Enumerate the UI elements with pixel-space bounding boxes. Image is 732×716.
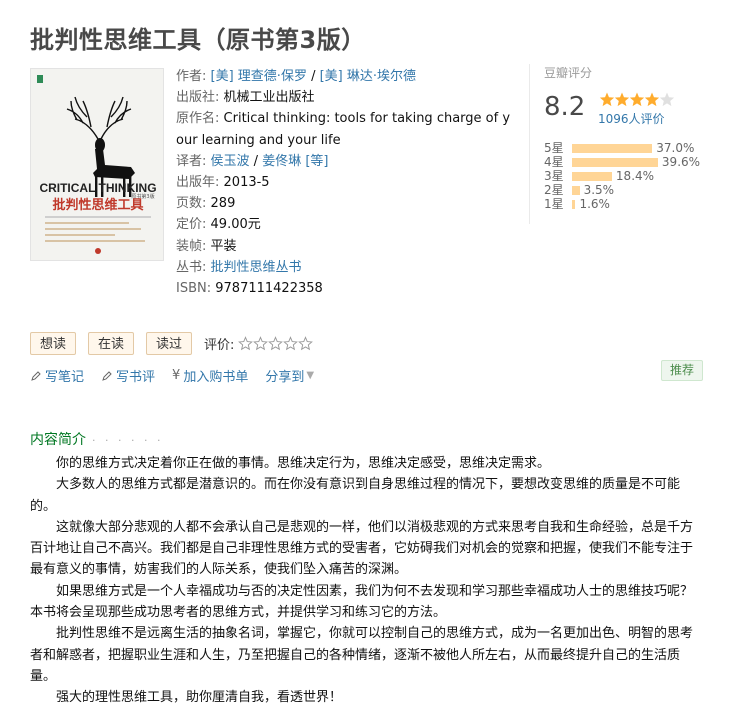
add-to-cart-link[interactable]: ¥ 加入购书单 xyxy=(172,366,248,385)
empty-star-icon[interactable] xyxy=(238,336,254,351)
cover-title-en: CRITICAL THINKING xyxy=(39,181,156,195)
rating-star-label: 4星 xyxy=(544,155,564,169)
rating-star-label: 1星 xyxy=(544,197,564,211)
rate-label: 评价: xyxy=(204,338,235,353)
info-authors: 作者: [美] 理查德·保罗 / [美] 琳达·埃尔德 xyxy=(176,69,417,84)
empty-star-icon[interactable] xyxy=(298,336,314,351)
rating-percent: 37.0% xyxy=(656,141,695,155)
pencil-icon xyxy=(102,370,112,381)
intro-paragraph: 批判性思维不是远离生活的抽象名词，掌握它，你就可以控制自己的思维方式，成为一名更… xyxy=(30,626,694,684)
rating-percent: 1.6% xyxy=(579,197,610,211)
empty-star-icon[interactable] xyxy=(283,336,299,351)
intro-paragraph: 这就像大部分悲观的人都不会承认自己是悲观的一样，他们以消极悲观的方式来思考自我和… xyxy=(30,519,694,578)
star-icon xyxy=(629,92,645,107)
intro-paragraph: 你的思维方式决定着你正在做的事情。思维决定行为，思维决定感受，思维决定需求。 xyxy=(56,456,551,471)
info-original-title: 原作名: Critical thinking: tools for taking… xyxy=(176,111,511,148)
pencil-icon xyxy=(31,370,41,381)
page-title: 批判性思维工具（原书第3版） xyxy=(30,26,366,54)
publisher-mark-icon xyxy=(95,248,101,254)
author-link-2[interactable]: [美] 琳达·埃尔德 xyxy=(320,69,416,84)
rating-star-label: 2星 xyxy=(544,183,564,197)
share-dropdown[interactable]: 分享到 ▼ xyxy=(265,366,314,385)
rating-percent: 39.6% xyxy=(661,155,701,169)
intro-paragraph: 大多数人的思维方式都是潜意识的。而在你没有意识到自身思维过程的情况下，要想改变思… xyxy=(30,477,681,514)
rating-bar xyxy=(572,200,576,209)
publisher-logo xyxy=(37,75,43,83)
user-rating-stars[interactable] xyxy=(238,336,314,351)
star-icon xyxy=(644,92,660,107)
recommend-button[interactable]: 推荐 xyxy=(661,360,704,381)
star-icon xyxy=(659,92,675,107)
rating-distribution-row: 1星 1.6% xyxy=(544,197,714,211)
rating-bar xyxy=(572,144,653,153)
book-cover-image: CRITICAL THINKING 批判性思维工具 原书第3版 xyxy=(31,69,163,260)
cover-title-cn: 批判性思维工具 xyxy=(52,197,143,213)
rating-panel: 豆瓣评分 8.2 1096人评价 5星 37.0% 4星 39.6% 3星 18.4% 2星… xyxy=(529,64,709,224)
rating-bar xyxy=(572,172,612,181)
info-binding: 装帧: 平装 xyxy=(176,238,237,254)
rating-title: 豆瓣评分 xyxy=(544,66,593,80)
intro-text: 你的思维方式决定着你正在做的事情。思维决定行为，思维决定感受，思维决定需求。大多… xyxy=(30,453,695,709)
want-to-read-button[interactable]: 想读 xyxy=(30,332,77,355)
book-cover[interactable]: CRITICAL THINKING 批判性思维工具 原书第3版 xyxy=(30,68,164,261)
author-link-1[interactable]: [美] 理查德·保罗 xyxy=(211,69,307,84)
rating-distribution-row: 4星 39.6% xyxy=(544,155,714,169)
translator-link-2[interactable]: 姜佟琳 xyxy=(262,154,301,169)
empty-star-icon[interactable] xyxy=(268,336,284,351)
star-icon xyxy=(599,92,615,107)
rating-star-label: 3星 xyxy=(544,169,564,183)
rating-percent: 3.5% xyxy=(583,183,615,197)
star-icon xyxy=(614,92,630,107)
info-publisher: 出版社: 机械工业出版社 xyxy=(176,90,315,106)
yen-icon: ¥ xyxy=(172,368,181,383)
info-year: 出版年: 2013-5 xyxy=(176,175,270,191)
collect-buttons: 想读 在读 读过 评价: xyxy=(30,332,314,355)
action-bar: 写笔记 写书评 ¥ 加入购书单 分享到 ▼ xyxy=(30,366,331,385)
write-note-link[interactable]: 写笔记 xyxy=(30,366,84,385)
info-pages: 页数: 289 xyxy=(176,196,236,212)
have-read-button[interactable]: 读过 xyxy=(146,332,193,355)
translator-link-more[interactable]: [等] xyxy=(305,154,328,169)
rating-count-link[interactable]: 1096人评价 xyxy=(598,110,665,127)
intro-heading: 内容简介 · · · · · · xyxy=(30,432,164,448)
info-price: 定价: 49.00元 xyxy=(176,217,261,233)
write-review-link[interactable]: 写书评 xyxy=(101,366,155,385)
rating-distribution-row: 5星 37.0% xyxy=(544,141,714,155)
rating-score: 8.2 xyxy=(544,92,586,122)
empty-star-icon[interactable] xyxy=(253,336,269,351)
series-link[interactable]: 批判性思维丛书 xyxy=(211,260,302,275)
info-isbn: ISBN: 9787111422358 xyxy=(176,281,323,297)
rating-percent: 18.4% xyxy=(615,169,655,183)
info-series: 丛书: 批判性思维丛书 xyxy=(176,259,302,275)
rating-bar xyxy=(572,186,580,195)
intro-paragraph: 如果思维方式是一个人幸福成功与否的决定性因素，我们为何不去发现和学习那些幸福成功… xyxy=(30,583,694,621)
chevron-down-icon: ▼ xyxy=(306,370,315,381)
translator-link-1[interactable]: 侯玉波 xyxy=(211,154,250,169)
rating-distribution-row: 2星 3.5% xyxy=(544,183,714,197)
rating-star-label: 5星 xyxy=(544,141,564,155)
cover-edition-note: 原书第3版 xyxy=(131,193,154,200)
info-translators: 译者: 侯玉波 / 姜佟琳 [等] xyxy=(176,153,329,169)
rating-bar xyxy=(572,158,658,167)
rating-stars-icon xyxy=(599,92,675,107)
intro-paragraph: 强大的理性思维工具，助你厘清自我，看透世界！ xyxy=(56,690,343,706)
rating-distribution-row: 3星 18.4% xyxy=(544,169,714,183)
rating-distribution: 5星 37.0% 4星 39.6% 3星 18.4% 2星 3.5% 1星 1.6% xyxy=(544,141,714,211)
reading-button[interactable]: 在读 xyxy=(88,332,135,355)
book-info: 作者: [美] 理查德·保罗 / [美] 琳达·埃尔德 出版社: 机械工业出版社… xyxy=(176,66,516,299)
